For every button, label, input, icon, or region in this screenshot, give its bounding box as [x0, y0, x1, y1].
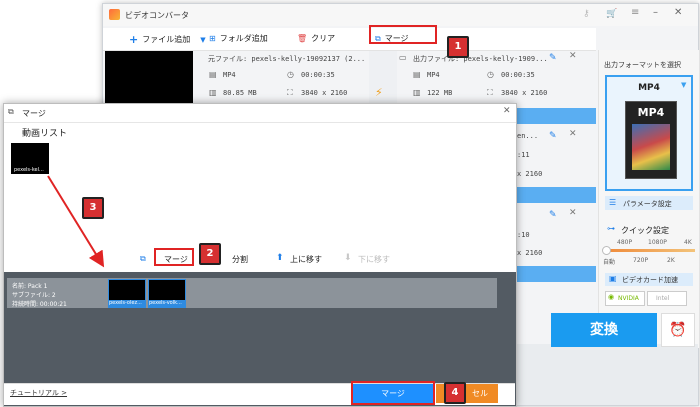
- arrow-annotation: [47, 175, 105, 268]
- highlight-box-4: [351, 381, 435, 405]
- step-marker-4: 4: [444, 382, 466, 404]
